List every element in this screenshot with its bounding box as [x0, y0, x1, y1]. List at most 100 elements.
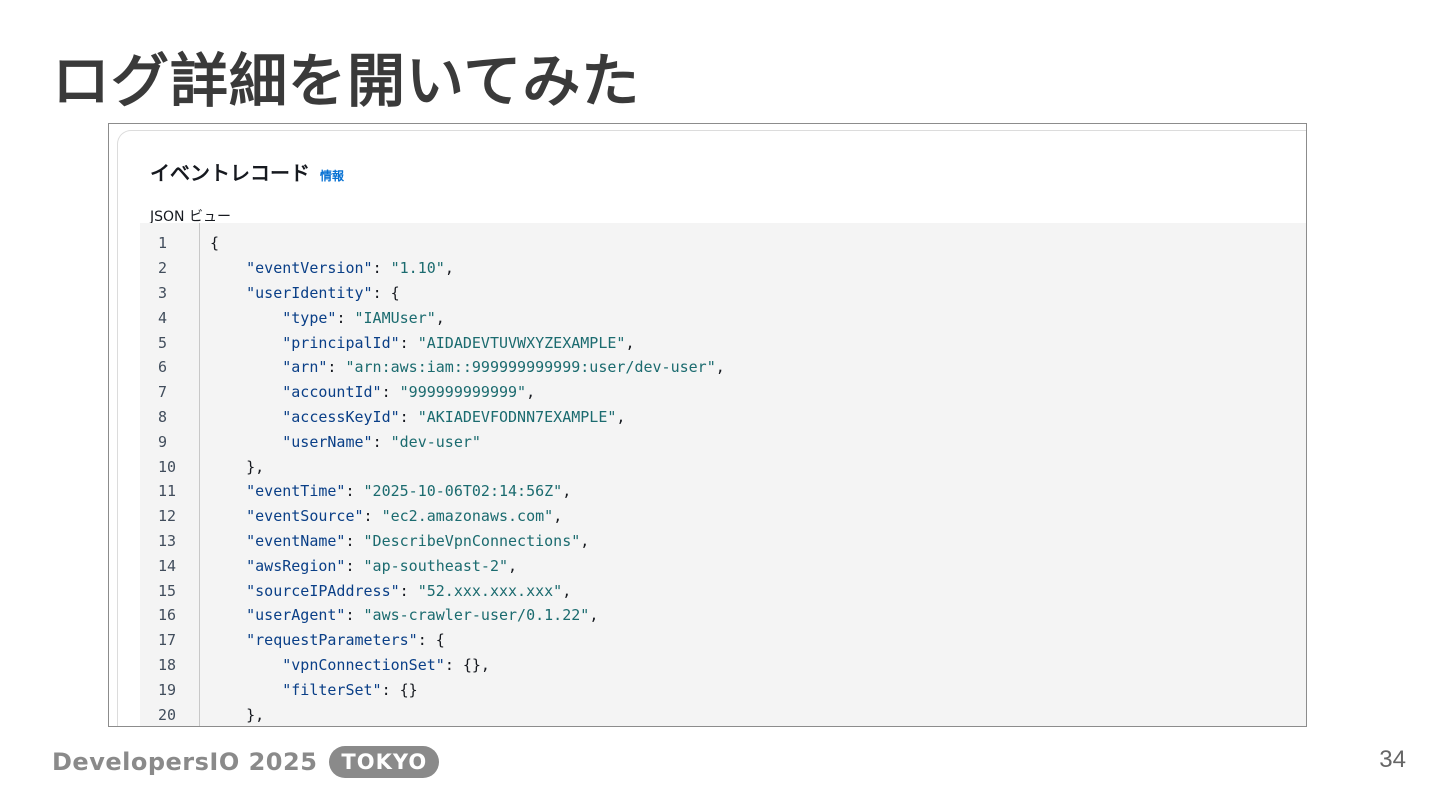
line-number: 11 — [158, 482, 177, 501]
json-punctuation: , — [625, 333, 635, 352]
json-string: "ec2.amazonaws.com" — [381, 507, 554, 526]
line-number: 14 — [158, 556, 177, 575]
json-punctuation: , — [508, 556, 518, 575]
line-code: "userAgent": "aws-crawler-user/0.1.22", — [200, 606, 598, 624]
json-punctuation: , — [589, 606, 599, 625]
json-punctuation — [210, 383, 282, 401]
json-code-viewer[interactable]: 1{2 "eventVersion": "1.10", 3 "userIdenti… — [140, 223, 1306, 726]
code-line: 3 "userIdentity": { — [140, 281, 1306, 306]
code-line: 12 "eventSource": "ec2.amazonaws.com", — [140, 504, 1306, 529]
line-code: "eventSource": "ec2.amazonaws.com", — [200, 507, 562, 525]
json-punctuation: : {}, — [444, 655, 490, 674]
json-key: "userIdentity" — [246, 283, 373, 302]
json-punctuation — [210, 681, 282, 699]
line-number: 15 — [158, 581, 177, 600]
json-string: "IAMUser" — [354, 308, 436, 327]
code-line: 17 "requestParameters": { — [140, 628, 1306, 653]
json-punctuation: : — [327, 358, 346, 377]
line-number: 5 — [158, 333, 168, 352]
json-key: "arn" — [282, 358, 328, 377]
json-key: "eventTime" — [246, 482, 346, 501]
json-punctuation: , — [553, 507, 563, 526]
json-string: "DescribeVpnConnections" — [363, 531, 581, 550]
json-punctuation — [210, 433, 282, 451]
line-code: "awsRegion": "ap-southeast-2", — [200, 557, 517, 575]
json-string: "aws-crawler-user/0.1.22" — [363, 606, 590, 625]
line-code: "accountId": "999999999999", — [200, 383, 535, 401]
line-number: 6 — [158, 358, 168, 377]
json-punctuation: }, — [210, 457, 265, 476]
json-punctuation — [210, 408, 282, 426]
code-line: 6 "arn": "arn:aws:iam::999999999999:user… — [140, 355, 1306, 380]
line-code: "eventTime": "2025-10-06T02:14:56Z", — [200, 482, 571, 500]
line-number: 9 — [158, 432, 168, 451]
line-code: "vpnConnectionSet": {}, — [200, 656, 490, 674]
json-key: "requestParameters" — [246, 631, 418, 650]
json-key: "sourceIPAddress" — [246, 581, 400, 600]
json-punctuation: : — [345, 531, 364, 550]
json-key: "accessKeyId" — [282, 407, 400, 426]
line-code: "type": "IAMUser", — [200, 309, 445, 327]
info-link[interactable]: 情報 — [320, 167, 344, 184]
line-number: 4 — [158, 308, 168, 327]
json-string: "ap-southeast-2" — [363, 556, 509, 575]
line-number: 1 — [158, 234, 168, 253]
json-punctuation — [210, 334, 282, 352]
line-code: "principalId": "AIDADEVTUVWXYZEXAMPLE", — [200, 334, 634, 352]
code-line: 8 "accessKeyId": "AKIADEVFODNN7EXAMPLE", — [140, 405, 1306, 430]
json-punctuation: { — [210, 234, 220, 253]
json-punctuation: : — [399, 333, 418, 352]
json-key: "awsRegion" — [246, 556, 346, 575]
panel-title: イベントレコード — [150, 161, 310, 185]
json-punctuation: , — [562, 581, 572, 600]
json-punctuation — [210, 482, 246, 500]
line-code: "userIdentity": { — [200, 284, 400, 302]
code-line: 16 "userAgent": "aws-crawler-user/0.1.22… — [140, 603, 1306, 628]
json-punctuation: : { — [417, 631, 445, 650]
json-punctuation: : { — [372, 283, 400, 302]
json-punctuation — [210, 507, 246, 525]
line-code: "userName": "dev-user" — [200, 433, 481, 451]
json-punctuation — [210, 656, 282, 674]
json-key: "eventSource" — [246, 507, 364, 526]
line-code: "sourceIPAddress": "52.xxx.xxx.xxx", — [200, 582, 571, 600]
line-code: { — [200, 234, 219, 252]
json-key: "vpnConnectionSet" — [282, 655, 445, 674]
slide-title: ログ詳細を開いてみた — [52, 47, 641, 115]
json-punctuation: , — [715, 358, 725, 377]
json-punctuation: , — [526, 383, 536, 402]
json-key: "userAgent" — [246, 606, 346, 625]
code-line: 2 "eventVersion": "1.10", — [140, 256, 1306, 281]
line-code: }, — [200, 706, 264, 724]
json-string: "2025-10-06T02:14:56Z" — [363, 482, 563, 501]
json-string: "AKIADEVFODNN7EXAMPLE" — [417, 407, 617, 426]
json-punctuation: : — [345, 556, 364, 575]
code-line: 20 }, — [140, 702, 1306, 726]
line-number: 7 — [158, 383, 168, 402]
line-number: 3 — [158, 283, 168, 302]
line-number: 2 — [158, 259, 168, 278]
json-punctuation: : — [345, 606, 364, 625]
json-punctuation — [210, 309, 282, 327]
code-line: 15 "sourceIPAddress": "52.xxx.xxx.xxx", — [140, 578, 1306, 603]
code-line: 7 "accountId": "999999999999", — [140, 380, 1306, 405]
json-punctuation — [210, 631, 246, 649]
json-key: "type" — [282, 308, 337, 327]
code-line: 9 "userName": "dev-user" — [140, 429, 1306, 454]
line-number: 18 — [158, 655, 177, 674]
code-line: 4 "type": "IAMUser", — [140, 305, 1306, 330]
json-punctuation — [210, 582, 246, 600]
line-number: 8 — [158, 407, 168, 426]
json-punctuation: : — [381, 383, 400, 402]
json-key: "accountId" — [282, 383, 382, 402]
line-number: 12 — [158, 507, 177, 526]
json-punctuation: }, — [210, 705, 265, 724]
json-string: "AIDADEVTUVWXYZEXAMPLE" — [417, 333, 626, 352]
json-key: "eventName" — [246, 531, 346, 550]
json-punctuation: : — [345, 482, 364, 501]
brand-badge: TOKYO — [329, 746, 440, 778]
line-code: "accessKeyId": "AKIADEVFODNN7EXAMPLE", — [200, 408, 625, 426]
json-key: "eventVersion" — [246, 259, 373, 278]
line-number: 10 — [158, 457, 177, 476]
json-punctuation — [210, 606, 246, 624]
